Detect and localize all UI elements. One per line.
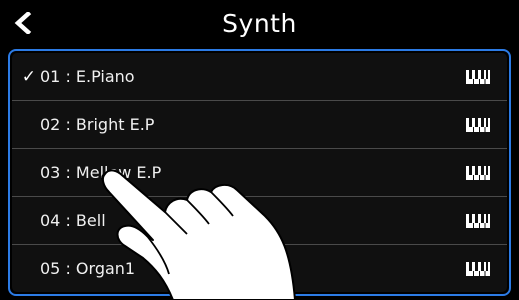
header-bar: Synth (0, 0, 519, 46)
list-item-label: 03 : Mellow E.P (40, 163, 162, 182)
preset-list-panel: ✓ 01 : E.Piano ✓ 02 : Bright E.P (8, 49, 511, 296)
keyboard-icon (466, 261, 490, 276)
keyboard-icon (466, 69, 490, 84)
check-placeholder: ✓ (14, 211, 36, 231)
list-item-label: 04 : Bell (40, 211, 106, 230)
back-button[interactable] (6, 6, 40, 40)
list-item-label: 02 : Bright E.P (40, 115, 155, 134)
list-item[interactable]: ✓ 01 : E.Piano (12, 53, 507, 100)
list-item-label: 01 : E.Piano (40, 67, 135, 86)
list-item-label: 05 : Organ1 (40, 259, 136, 278)
chevron-left-icon (14, 12, 32, 34)
list-item[interactable]: ✓ 03 : Mellow E.P (12, 148, 507, 196)
list-item[interactable]: ✓ 05 : Organ1 (12, 244, 507, 292)
keyboard-icon (466, 213, 490, 228)
list-item[interactable]: ✓ 04 : Bell (12, 196, 507, 244)
check-placeholder: ✓ (14, 115, 36, 135)
check-placeholder: ✓ (14, 163, 36, 183)
keyboard-icon (466, 165, 490, 180)
page-title: Synth (222, 8, 297, 38)
list-item[interactable]: ✓ 02 : Bright E.P (12, 100, 507, 148)
check-icon: ✓ (21, 66, 36, 87)
keyboard-icon (466, 117, 490, 132)
check-placeholder: ✓ (14, 259, 36, 279)
preset-list: ✓ 01 : E.Piano ✓ 02 : Bright E.P (12, 53, 507, 292)
